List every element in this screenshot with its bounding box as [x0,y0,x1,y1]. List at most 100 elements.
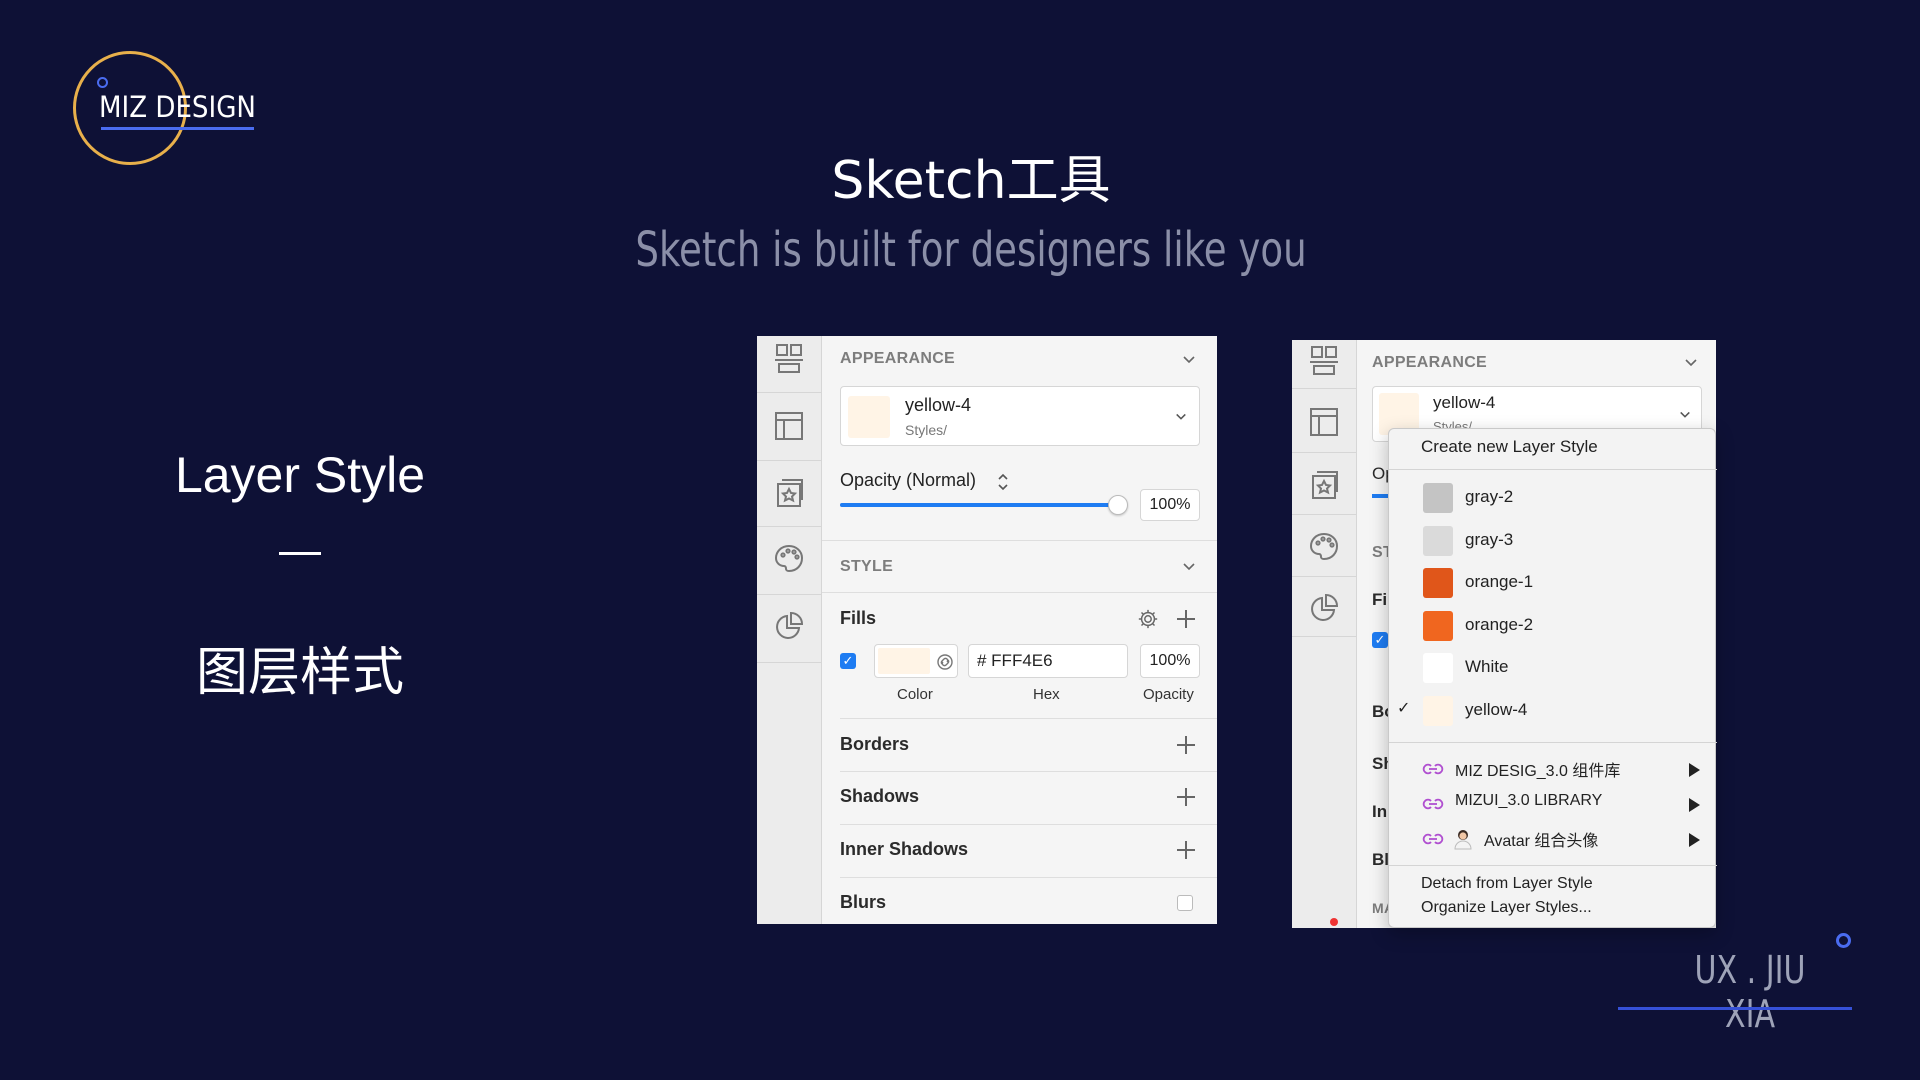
chevron-down-icon [1680,411,1690,418]
style-item-gray-3[interactable]: gray-3 [1389,524,1717,558]
opacity-slider-track[interactable] [840,495,1128,515]
notification-dot [1330,918,1338,926]
pie-chart-icon[interactable] [1308,592,1340,624]
page-title: Sketch工具 [831,151,1111,211]
fill-color-well[interactable] [874,644,958,678]
inspector-panel-1: APPEARANCE yellow-4 Styles/ Opacity (Nor… [757,336,1217,924]
selected-check-icon: ✓ [1397,699,1411,717]
create-layer-style-item[interactable]: Create new Layer Style [1421,437,1598,457]
style-item-label: gray-3 [1465,529,1514,549]
layer-style-select[interactable]: yellow-4 Styles/ [840,386,1200,446]
opacity-slider-fill [840,503,1120,507]
add-shadow-icon[interactable] [1177,788,1195,806]
add-fill-icon[interactable] [1177,610,1195,628]
brand-text: UX . JIU XIA [1694,948,1806,1036]
borders-label: Borders [840,734,910,754]
align-icon[interactable] [773,342,805,374]
layout-icon[interactable] [773,410,805,442]
toolbar-sidebar [757,336,822,924]
style-swatch [1423,610,1453,641]
add-border-icon[interactable] [1177,736,1195,754]
fill-opacity-value: 100% [1149,652,1191,669]
stepper-icon[interactable] [997,472,1009,492]
style-swatch [1423,653,1453,683]
symbol-icon[interactable] [773,476,805,508]
library-name: MIZUI_3.0 LIBRARY [1455,792,1603,809]
hex-value: # FFF4E6 [977,651,1053,670]
style-path: Styles/ [905,422,948,438]
appearance-header: APPEARANCE [840,350,956,367]
library-item-avatar[interactable]: Avatar 组合头像 [1389,825,1717,855]
style-item-label: White [1465,657,1509,676]
chevron-down-icon[interactable] [1684,356,1698,370]
add-inner-shadow-icon[interactable] [1177,841,1195,859]
organize-layer-styles-item[interactable]: Organize Layer Styles... [1421,899,1592,917]
style-item-white[interactable]: White [1389,651,1717,685]
blurs-checkbox[interactable] [1177,895,1193,911]
blurs-label: Blurs [840,892,887,912]
library-link-icon [1422,763,1444,775]
page-subtitle: Sketch is built for designers like you [635,222,1307,278]
palette-icon[interactable] [1308,530,1340,562]
chevron-down-icon[interactable] [1182,353,1196,367]
library-name: Avatar 组合头像 [1484,833,1599,850]
opacity-value: 100% [1149,496,1191,513]
detach-layer-style-item[interactable]: Detach from Layer Style [1421,875,1593,893]
hex-caption: Hex [1033,686,1060,703]
section-divider [279,552,321,555]
logo-dot [97,77,108,88]
library-link-icon [1422,833,1444,845]
appearance-header: APPEARANCE [1372,354,1488,371]
logo-underline [101,127,254,130]
color-caption: Color [897,686,933,703]
logo-text: MIZ DESIGN [99,90,256,124]
style-swatch [1423,568,1453,598]
submenu-arrow-icon [1689,763,1700,777]
opacity-slider-handle[interactable] [1108,495,1128,515]
opacity-caption: Opacity [1143,686,1194,703]
peek-fill-checkbox[interactable]: ✓ [1372,632,1388,648]
chevron-down-icon[interactable] [1182,560,1196,574]
opacity-label: Opacity (Normal) [840,470,977,490]
style-name: yellow-4 [1433,393,1496,412]
align-icon[interactable] [1308,344,1340,376]
pie-chart-icon[interactable] [773,610,805,642]
palette-icon[interactable] [773,542,805,574]
gear-icon[interactable] [1137,608,1159,630]
opacity-input[interactable]: 100% [1140,489,1200,521]
brand-underline [1618,1007,1852,1010]
style-item-label: orange-1 [1465,572,1534,591]
style-item-orange-2[interactable]: orange-2 [1389,609,1717,643]
peek-blurs-label: Bl [1372,850,1389,869]
style-swatch [1423,525,1453,556]
layer-style-menu: Create new Layer Style gray-2 gray-3 orang… [1388,428,1717,928]
style-item-label: orange-2 [1465,614,1534,634]
color-link-icon[interactable] [936,653,954,671]
symbol-icon[interactable] [1308,468,1340,500]
section-title-en: Layer Style [174,447,426,503]
style-item-label: gray-2 [1465,487,1514,506]
style-swatch [848,396,890,438]
hex-input[interactable]: # FFF4E6 [968,644,1128,678]
style-name: yellow-4 [905,395,972,415]
style-item-yellow-4[interactable]: ✓ yellow-4 [1389,694,1717,728]
toolbar-sidebar [1292,340,1357,928]
submenu-arrow-icon [1689,833,1700,847]
chevron-down-icon [1176,413,1186,420]
layout-icon[interactable] [1308,406,1340,438]
shadows-label: Shadows [840,786,920,806]
library-item-miz-desig[interactable]: MIZ DESIG_3.0 组件库 [1389,755,1717,785]
library-link-icon [1422,798,1444,810]
style-swatch [1423,695,1453,726]
submenu-arrow-icon [1689,798,1700,812]
style-item-label: yellow-4 [1465,699,1528,719]
inner-shadows-label: Inner Shadows [840,839,969,859]
style-item-gray-2[interactable]: gray-2 [1389,481,1717,515]
brand-dot [1836,933,1851,948]
style-item-orange-1[interactable]: orange-1 [1389,566,1717,600]
fill-opacity-input[interactable]: 100% [1140,644,1200,678]
library-item-mizui[interactable]: MIZUI_3.0 LIBRARY [1389,790,1717,820]
style-swatch [1423,483,1453,513]
library-name: MIZ DESIG_3.0 组件库 [1455,763,1621,780]
fill-checkbox[interactable]: ✓ [840,653,856,669]
